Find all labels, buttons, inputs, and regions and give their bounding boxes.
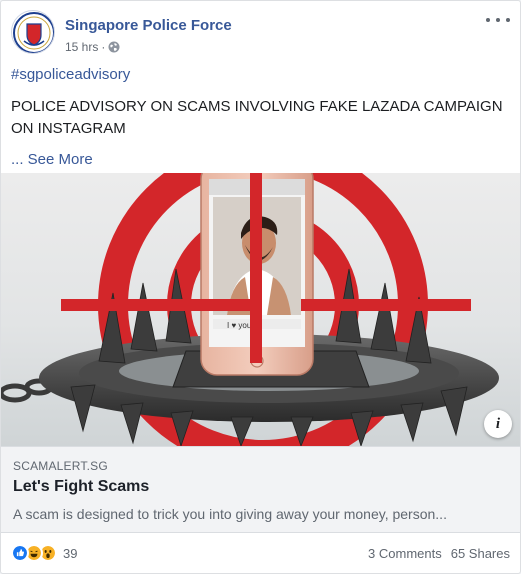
post-footer: 39 3 Comments 65 Shares (11, 542, 510, 564)
facebook-post: Singapore Police Force 15 hrs · #sgpolic… (0, 0, 521, 574)
reaction-count: 39 (63, 545, 78, 561)
meta-separator: · (101, 40, 106, 54)
scam-trap-illustration: I ♥ you! (1, 173, 520, 446)
reactions-summary[interactable]: 39 (11, 544, 77, 562)
see-more-link[interactable]: ... See More (11, 151, 93, 168)
police-crest-icon (13, 12, 54, 53)
link-description: A scam is designed to trick you into giv… (13, 506, 447, 522)
comments-count[interactable]: 3 Comments (368, 546, 442, 561)
avatar[interactable] (11, 10, 55, 54)
post-meta: 15 hrs · (65, 40, 120, 54)
globe-icon (108, 41, 120, 53)
post-text: #sgpoliceadvisory POLICE ADVISORY ON SCA… (11, 64, 508, 171)
shares-count[interactable]: 65 Shares (451, 546, 510, 561)
author-name[interactable]: Singapore Police Force (65, 17, 232, 34)
phone-caption: I ♥ you! (227, 321, 254, 330)
hashtag-link[interactable]: #sgpoliceadvisory (11, 64, 508, 86)
link-domain: SCAMALERT.SG (13, 459, 108, 473)
link-title[interactable]: Let's Fight Scams (13, 478, 149, 496)
post-header: Singapore Police Force 15 hrs · (11, 10, 510, 56)
info-icon[interactable]: i (484, 410, 512, 438)
link-preview[interactable]: SCAMALERT.SG Let's Fight Scams A scam is… (1, 446, 520, 533)
like-reaction-icon (11, 544, 29, 562)
post-headline: POLICE ADVISORY ON SCAMS INVOLVING FAKE … (11, 98, 503, 137)
post-stats: 3 Comments 65 Shares (368, 546, 510, 561)
more-options-icon[interactable] (486, 13, 510, 27)
post-time[interactable]: 15 hrs (65, 40, 98, 54)
post-image[interactable]: I ♥ you! i (1, 173, 520, 446)
